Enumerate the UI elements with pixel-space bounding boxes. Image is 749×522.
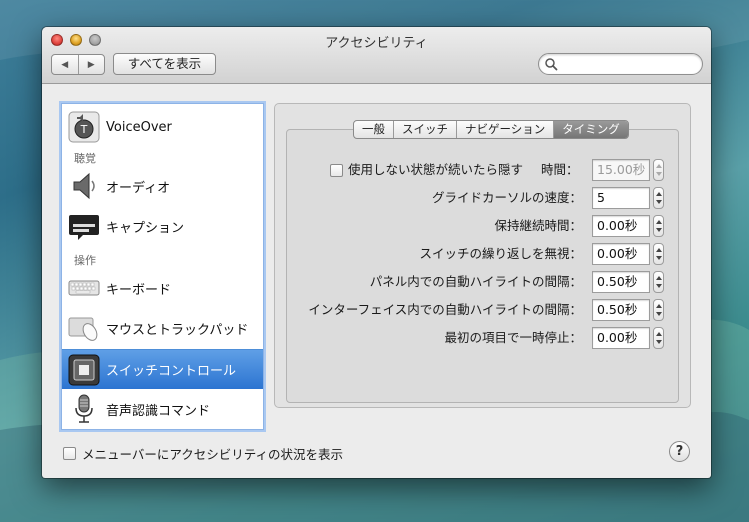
sidebar-item-dictation-commands[interactable]: 音声認識コマンド [62, 389, 263, 429]
tab-bar: 一般 スイッチ ナビゲーション タイミング [353, 120, 629, 139]
ignore-repeat-stepper[interactable] [653, 243, 664, 265]
svg-text:T: T [80, 123, 88, 136]
forward-arrow-icon: ▶ [87, 59, 95, 70]
hide-time-stepper[interactable] [653, 159, 664, 181]
hold-duration-field[interactable]: 0.00秒 [592, 215, 650, 237]
settings-panel: 一般 スイッチ ナビゲーション タイミング 使用しない状態が続いたら隠す 時間：… [274, 103, 691, 408]
microphone-icon [75, 394, 93, 423]
timing-panel: 一般 スイッチ ナビゲーション タイミング 使用しない状態が続いたら隠す 時間：… [286, 120, 679, 403]
show-status-checkbox[interactable] [63, 447, 76, 460]
first-item-pause-row: 最初の項目で一時停止： [287, 327, 582, 349]
search-field[interactable] [538, 53, 703, 75]
hide-when-idle-label: 使用しない状態が続いたら隠す [348, 162, 524, 177]
tab-switches[interactable]: スイッチ [394, 121, 457, 138]
tab-general[interactable]: 一般 [354, 121, 394, 138]
sidebar-item-label: オーディオ [106, 180, 171, 196]
panel-highlight-label: パネル内での自動ハイライトの間隔： [369, 274, 582, 289]
hold-duration-row: 保持継続時間： [287, 215, 582, 237]
sidebar-item-mouse-trackpad[interactable]: マウスとトラックパッド [62, 308, 263, 348]
glide-speed-stepper[interactable] [653, 187, 664, 209]
keyboard-icon [68, 280, 100, 296]
show-status-in-menubar[interactable]: メニューバーにアクセシビリティの状況を表示 [63, 444, 343, 463]
back-forward-control: ◀ ▶ [51, 54, 105, 75]
first-item-pause-stepper[interactable] [653, 327, 664, 349]
ignore-repeat-label: スイッチの繰り返しを無視： [419, 246, 582, 261]
ignore-repeat-row: スイッチの繰り返しを無視： [287, 243, 582, 265]
help-button[interactable]: ? [669, 441, 690, 462]
window-title: アクセシビリティ [325, 36, 428, 51]
sidebar-item-label: VoiceOver [106, 119, 172, 135]
hide-when-idle-checkbox[interactable] [330, 164, 343, 177]
accessibility-window: アクセシビリティ ◀ ▶ すべてを表示 T VoiceOver 聴覚 オーディオ… [42, 27, 711, 478]
switch-control-icon [68, 354, 100, 385]
help-icon: ? [675, 444, 684, 459]
sidebar-item-label: キャプション [106, 220, 185, 236]
tab-navigation[interactable]: ナビゲーション [457, 121, 555, 138]
speaker-icon [73, 172, 95, 200]
caption-icon [69, 215, 99, 240]
back-button[interactable]: ◀ [52, 55, 79, 74]
panel-highlight-row: パネル内での自動ハイライトの間隔： [287, 271, 582, 293]
sidebar-item-label: 音声認識コマンド [106, 403, 211, 419]
sidebar-item-switch-control[interactable]: スイッチコントロール [62, 349, 263, 389]
first-item-pause-field[interactable]: 0.00秒 [592, 327, 650, 349]
sidebar-item-captions[interactable]: キャプション [62, 206, 263, 246]
glide-speed-label: グライドカーソルの速度： [431, 190, 582, 205]
category-sidebar: T VoiceOver 聴覚 オーディオ キャプション 操作 キーボード マウス… [61, 103, 264, 430]
panel-highlight-field[interactable]: 0.50秒 [592, 271, 650, 293]
titlebar: アクセシビリティ ◀ ▶ すべてを表示 [42, 27, 711, 84]
section-interaction: 操作 [74, 254, 96, 267]
hide-time-field[interactable]: 15.00秒 [592, 159, 650, 181]
hide-time-label: 時間： [541, 162, 579, 177]
search-icon [545, 58, 558, 71]
hold-duration-label: 保持継続時間： [494, 218, 582, 233]
show-all-button[interactable]: すべてを表示 [113, 53, 216, 75]
sidebar-item-label: スイッチコントロール [106, 364, 237, 379]
voiceover-icon: T [68, 111, 100, 143]
panel-highlight-stepper[interactable] [653, 271, 664, 293]
hold-duration-stepper[interactable] [653, 215, 664, 237]
tab-timing[interactable]: タイミング [554, 121, 628, 138]
interface-highlight-stepper[interactable] [653, 299, 664, 321]
glide-speed-field[interactable]: 5 [592, 187, 650, 209]
first-item-pause-label: 最初の項目で一時停止： [444, 330, 582, 345]
sidebar-item-label: マウスとトラックパッド [106, 322, 249, 338]
interface-highlight-row: インターフェイス内での自動ハイライトの間隔： [287, 299, 582, 321]
mouse-trackpad-icon [68, 317, 98, 341]
glide-speed-row: グライドカーソルの速度： [287, 187, 582, 209]
section-hearing: 聴覚 [74, 152, 96, 165]
forward-button[interactable]: ▶ [79, 55, 105, 74]
interface-highlight-field[interactable]: 0.50秒 [592, 299, 650, 321]
sidebar-item-keyboard[interactable]: キーボード [62, 268, 263, 308]
sidebar-item-label: キーボード [106, 282, 172, 298]
ignore-repeat-field[interactable]: 0.00秒 [592, 243, 650, 265]
show-status-label: メニューバーにアクセシビリティの状況を表示 [82, 447, 344, 462]
interface-highlight-label: インターフェイス内での自動ハイライトの間隔： [308, 302, 582, 317]
sidebar-item-audio[interactable]: オーディオ [62, 166, 263, 206]
sidebar-item-voiceover[interactable]: T VoiceOver [62, 108, 263, 146]
back-arrow-icon: ◀ [61, 59, 69, 70]
